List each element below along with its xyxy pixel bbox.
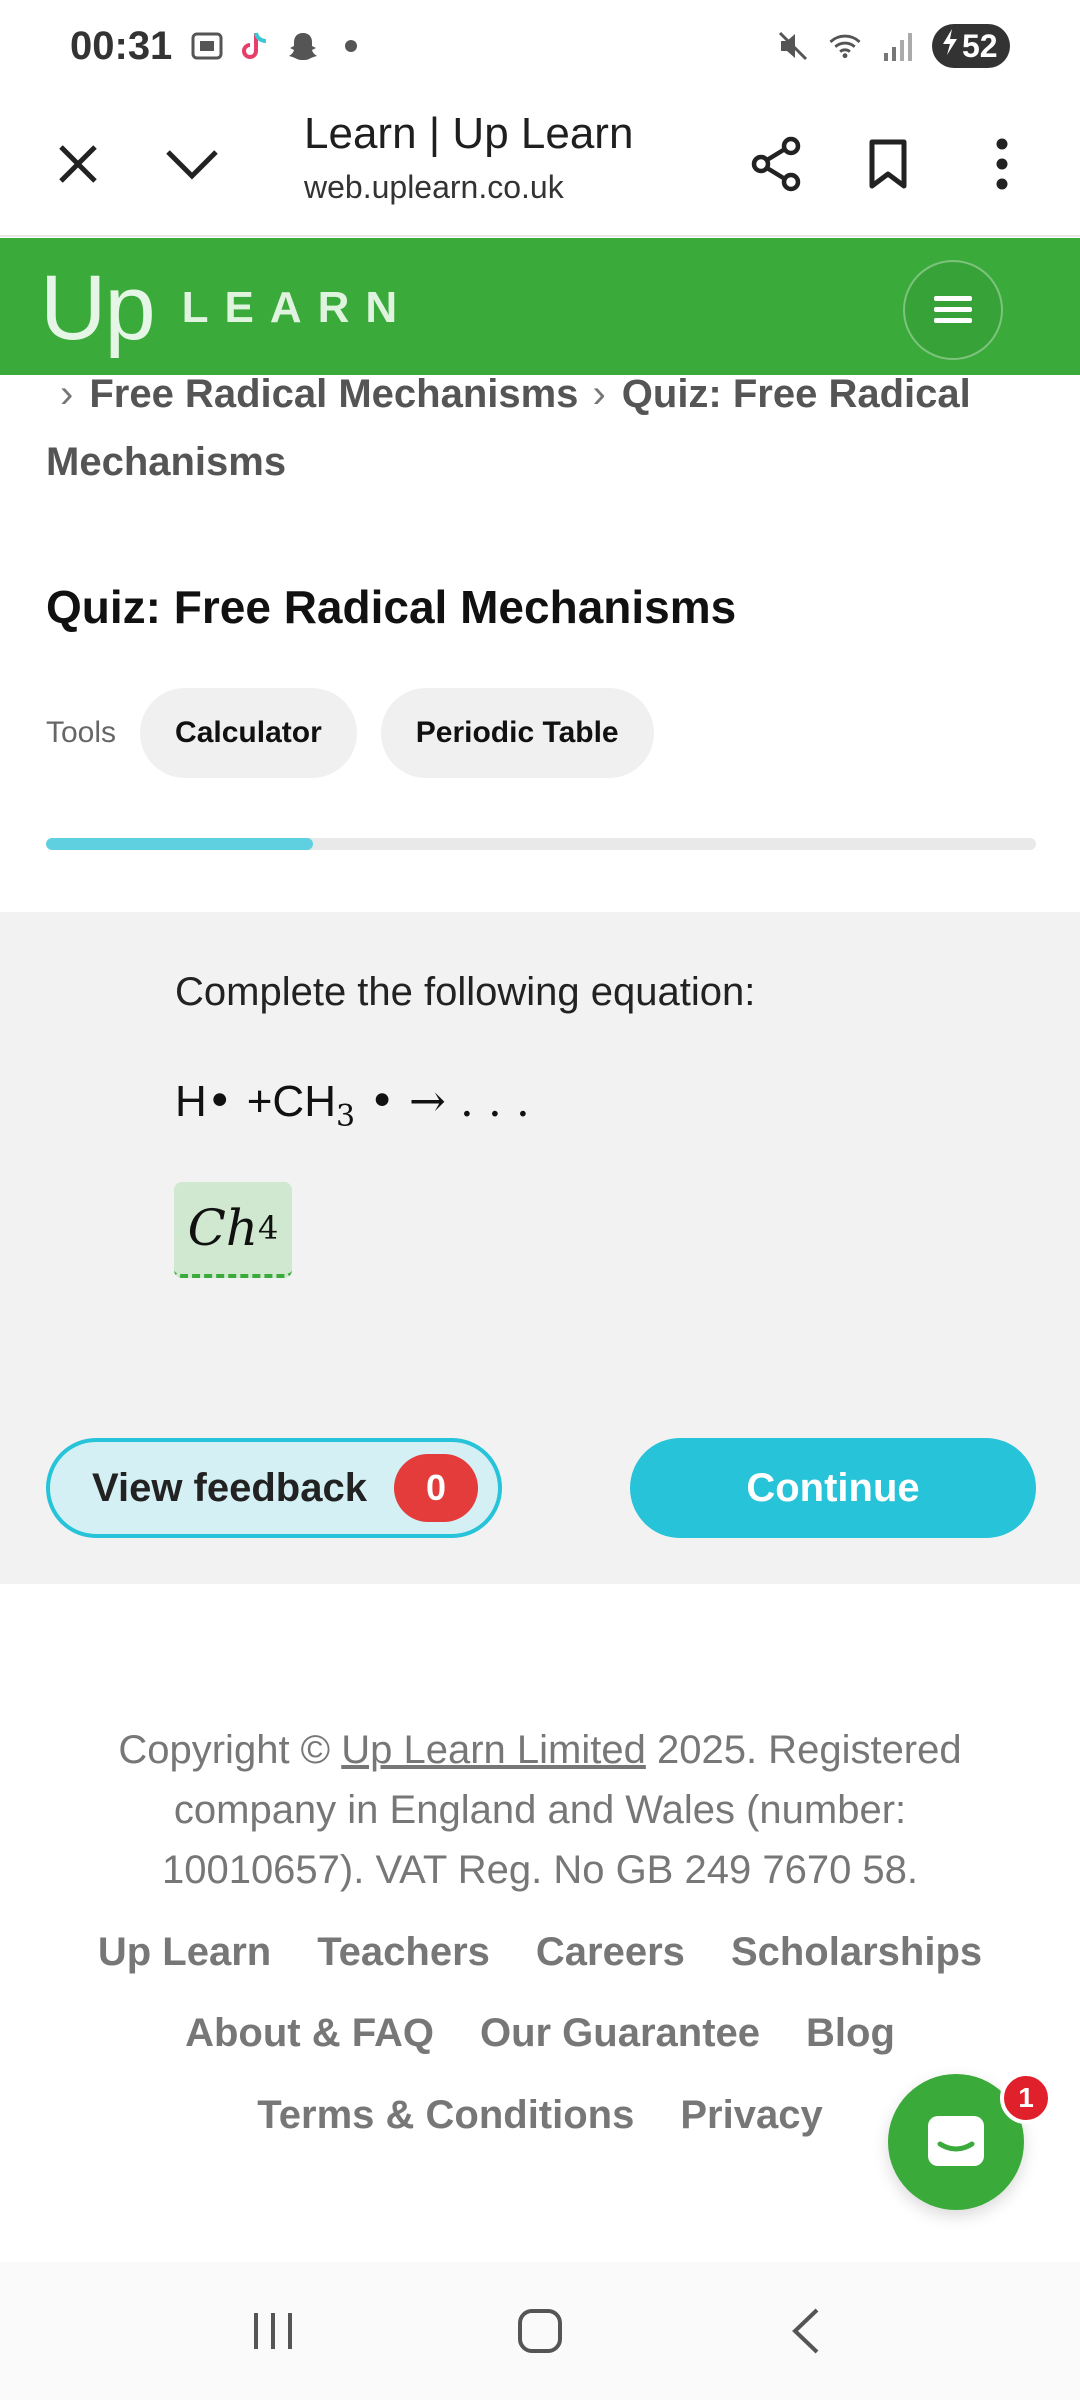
footer-link-teachers[interactable]: Teachers <box>317 1930 490 1975</box>
system-nav-bar <box>0 2262 1080 2400</box>
footer-link-our-guarantee[interactable]: Our Guarantee <box>480 2011 760 2056</box>
back-icon <box>791 2308 819 2354</box>
browser-url: web.uplearn.co.uk <box>304 169 564 205</box>
chevron-right-icon: › <box>60 372 74 416</box>
breadcrumb-item[interactable]: Free Radical Mechanisms <box>89 372 578 416</box>
periodic-table-button[interactable]: Periodic Table <box>380 688 654 778</box>
view-feedback-button[interactable]: View feedback 0 <box>46 1438 502 1538</box>
calculator-button[interactable]: Calculator <box>140 688 357 778</box>
bookmark-button[interactable] <box>848 124 928 204</box>
continue-button[interactable]: Continue <box>630 1438 1036 1538</box>
answer-input[interactable]: Ch 4 <box>174 1182 292 1278</box>
footer-link-terms[interactable]: Terms & Conditions <box>257 2093 634 2138</box>
quiz-progress-fill <box>46 838 314 850</box>
footer-copyright: Copyright © Up Learn Limited 2025. Regis… <box>118 1728 962 1892</box>
more-options-button[interactable] <box>962 124 1042 204</box>
question-equation: H• +CH3 • → . . . <box>175 1076 530 1134</box>
chat-icon <box>928 2116 984 2166</box>
footer-link-about-faq[interactable]: About & FAQ <box>185 2011 434 2056</box>
wifi-icon <box>828 29 862 63</box>
recents-icon <box>254 2313 293 2349</box>
question-prompt: Complete the following equation: <box>175 970 756 1014</box>
footer-link-blog[interactable]: Blog <box>806 2011 895 2056</box>
logo-learn-text: LEARN <box>181 283 414 332</box>
footer-link-up-learn[interactable]: Up Learn <box>98 1930 271 1975</box>
footer-link-scholarships[interactable]: Scholarships <box>731 1930 982 1975</box>
battery-level: 52 <box>962 27 998 64</box>
minimize-button[interactable] <box>152 124 232 204</box>
status-time: 00:31 <box>70 23 173 68</box>
snapchat-icon <box>286 29 320 63</box>
up-learn-limited-link[interactable]: Up Learn Limited <box>341 1728 646 1772</box>
view-feedback-label: View feedback <box>92 1465 367 1510</box>
page-title: Quiz: Free Radical Mechanisms <box>46 581 737 633</box>
gallery-icon <box>190 29 224 63</box>
footer-link-privacy[interactable]: Privacy <box>680 2093 822 2138</box>
tools-label: Tools <box>46 716 117 749</box>
feedback-count-badge: 0 <box>394 1454 478 1522</box>
recents-button[interactable] <box>228 2286 318 2376</box>
signal-icon <box>880 29 914 63</box>
share-icon <box>751 136 801 191</box>
quiz-progress-bar <box>46 838 1036 850</box>
browser-title-block[interactable]: Learn | Up Learn web.uplearn.co.uk <box>304 104 633 210</box>
chat-notification-badge: 1 <box>1000 2072 1052 2124</box>
battery-charging-icon <box>940 27 960 65</box>
close-icon <box>59 144 97 183</box>
breadcrumb: › Free Radical Mechanisms › Quiz: Free Radi… <box>46 360 1046 496</box>
more-vertical-icon <box>996 138 1008 189</box>
up-learn-logo[interactable]: Up LEARN <box>40 248 413 368</box>
status-left: 00:31 <box>70 24 368 69</box>
share-button[interactable] <box>737 124 817 204</box>
close-tab-button[interactable] <box>38 124 118 204</box>
site-header: Up LEARN <box>0 238 1080 375</box>
browser-page-title: Learn | Up Learn <box>304 109 634 158</box>
footer-link-careers[interactable]: Careers <box>536 1930 685 1975</box>
mute-icon <box>776 29 810 63</box>
chevron-right-icon: › <box>592 372 606 416</box>
tools-bar: Tools Calculator Periodic Table <box>46 688 654 778</box>
hamburger-icon <box>934 296 972 323</box>
bookmark-icon <box>869 139 907 188</box>
notification-icons <box>190 29 368 63</box>
status-bar: 00:31 52 <box>0 0 1080 92</box>
logo-up-text: Up <box>40 256 156 359</box>
question-panel: Complete the following equation: H• +CH3… <box>0 912 1080 1584</box>
status-right: 52 <box>776 24 1010 68</box>
home-button[interactable] <box>495 2286 585 2376</box>
tiktok-icon <box>238 29 272 63</box>
back-button[interactable] <box>762 2286 852 2376</box>
chevron-down-icon <box>166 149 218 180</box>
footer-links-row: Up Learn Teachers Careers Scholarships <box>40 1930 1040 1975</box>
browser-toolbar: Learn | Up Learn web.uplearn.co.uk <box>0 92 1080 237</box>
dot-icon <box>334 29 368 63</box>
footer-links-row: About & FAQ Our Guarantee Blog <box>40 2011 1040 2056</box>
battery-indicator: 52 <box>932 24 1010 68</box>
home-icon <box>517 2309 562 2353</box>
menu-button[interactable] <box>903 260 1003 360</box>
